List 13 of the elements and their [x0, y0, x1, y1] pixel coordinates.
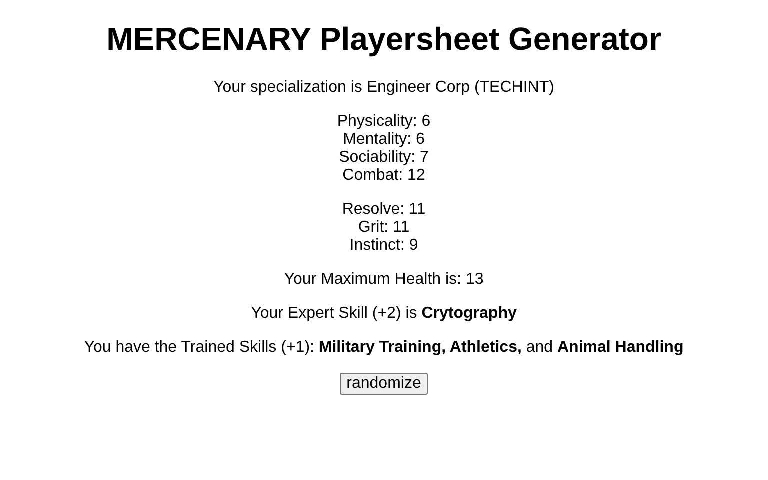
- specialization-text: Your specialization is Engineer Corp (TECHINT): [212, 79, 556, 97]
- stat-text: Resolve: 11: [342, 201, 426, 219]
- stat-text: Combat: 12: [342, 167, 426, 185]
- stat-text: Physicality: 6: [337, 113, 431, 131]
- trained-skills-text: You have the Trained Skills (+1): Military Training, Athletics, and Animal Handling: [83, 339, 685, 357]
- stat-text: Instinct: 9: [350, 237, 418, 255]
- health-text: Your Maximum Health is: 13: [283, 271, 485, 289]
- randomize-button[interactable]: randomize: [340, 373, 428, 395]
- expert-skill-text: Your Expert Skill (+2) is Crytography: [250, 305, 518, 323]
- stat-text: Mentality: 6: [343, 131, 425, 149]
- stat-text: Grit: 11: [358, 219, 410, 237]
- page-title: MERCENARY Playersheet Generator: [106, 21, 662, 58]
- stat-text: Sociability: 7: [339, 149, 429, 167]
